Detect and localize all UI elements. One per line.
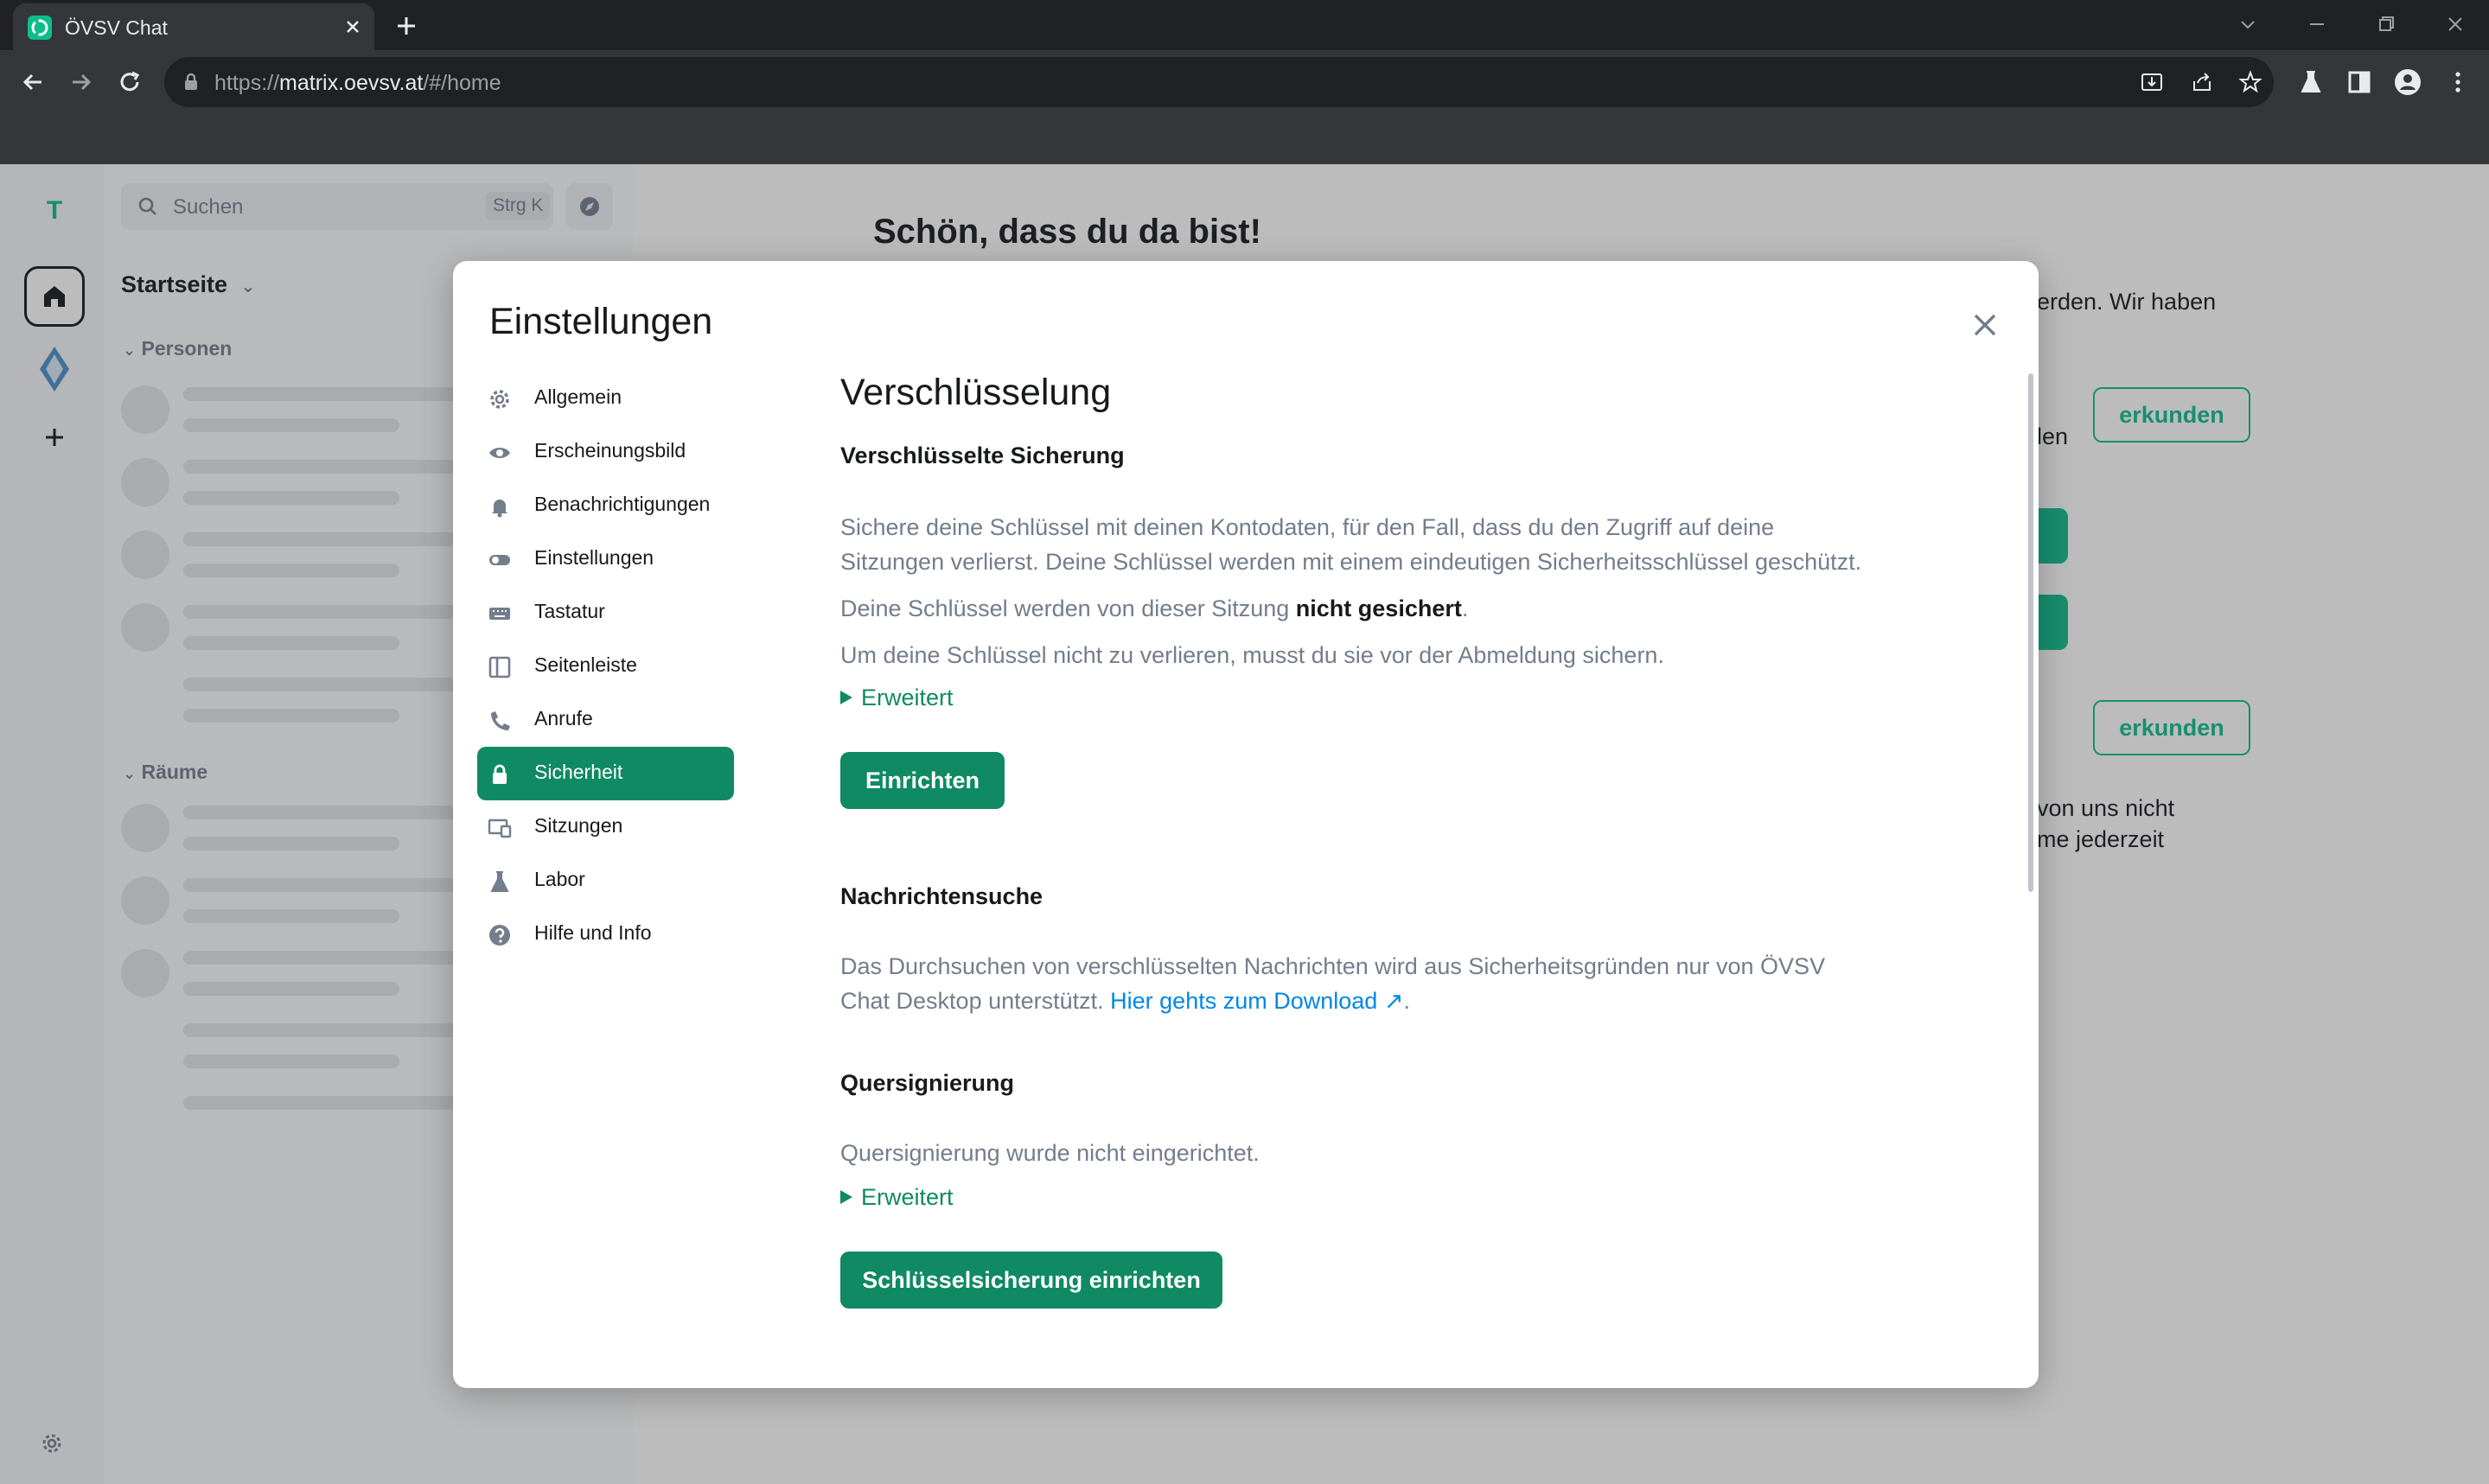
message-search-heading: Nachrichtensuche — [840, 883, 1043, 909]
profile-icon[interactable] — [2393, 67, 2422, 97]
bell-icon — [488, 494, 512, 519]
settings-nav-erscheinungsbild[interactable]: Erscheinungsbild — [477, 425, 734, 479]
new-tab-icon[interactable] — [391, 10, 422, 41]
nav-label: Allgemein — [534, 385, 622, 408]
close-window-icon[interactable] — [2440, 9, 2471, 40]
advanced-toggle[interactable]: Erweitert — [840, 1184, 954, 1211]
bookmark-bar — [0, 114, 2489, 164]
keyboard-icon — [488, 602, 512, 626]
browser-toolbar: https://matrix.oevsv.at/#/home — [0, 50, 2489, 114]
tab-search-icon[interactable] — [2232, 9, 2263, 40]
settings-nav-einstellungen[interactable]: Einstellungen — [477, 532, 734, 586]
forward-icon[interactable] — [64, 65, 99, 99]
nav-label: Seitenleiste — [534, 653, 637, 676]
cross-signing-heading: Quersignierung — [840, 1070, 1015, 1096]
key-backup-setup-button[interactable]: Schlüsselsicherung einrichten — [840, 1252, 1222, 1309]
download-link[interactable]: Hier gehts zum Download — [1110, 988, 1377, 1014]
settings-nav-sicherheit[interactable]: Sicherheit — [477, 747, 734, 800]
settings-nav-hilfe[interactable]: Hilfe und Info — [477, 908, 734, 961]
settings-nav-anrufe[interactable]: Anrufe — [477, 693, 734, 747]
restore-icon[interactable] — [2371, 9, 2402, 40]
nav-label: Anrufe — [534, 707, 593, 729]
backup-description: Sichere deine Schlüssel mit deinen Konto… — [840, 514, 1862, 575]
nav-label: Einstellungen — [534, 546, 654, 569]
gear-icon — [488, 387, 512, 411]
sidebar-icon — [488, 655, 512, 679]
scrollbar[interactable] — [2028, 373, 2033, 892]
install-app-icon[interactable] — [2139, 69, 2165, 95]
nav-label: Tastatur — [534, 600, 605, 622]
settings-nav-tastatur[interactable]: Tastatur — [477, 586, 734, 640]
share-icon[interactable] — [2189, 69, 2215, 95]
close-icon[interactable] — [1971, 311, 1999, 339]
app-favicon-icon — [28, 16, 52, 40]
phone-icon — [488, 709, 512, 733]
eye-icon — [488, 441, 512, 465]
advanced-toggle[interactable]: Erweitert — [840, 685, 954, 711]
browser-chrome: ÖVSV Chat https://matrix.oevsv.at/#/home — [0, 0, 2489, 164]
cross-signing-status: Quersignierung wurde nicht eingerichtet. — [840, 1140, 1260, 1166]
lock-icon[interactable] — [183, 73, 199, 92]
side-panel-icon[interactable] — [2345, 67, 2374, 97]
bookmark-star-icon[interactable] — [2237, 69, 2263, 95]
settings-nav-allgemein[interactable]: Allgemein — [477, 372, 734, 425]
tab-title: ÖVSV Chat — [65, 16, 168, 39]
settings-nav-labor[interactable]: Labor — [477, 854, 734, 908]
settings-dialog: Einstellungen Allgemein Erscheinungsbild… — [453, 261, 2039, 1388]
external-link-icon: ↗ — [1377, 988, 1404, 1014]
nav-label: Hilfe und Info — [534, 921, 652, 944]
triangle-right-icon — [840, 1189, 852, 1204]
dialog-title: Einstellungen — [489, 301, 713, 342]
settings-nav-sitzungen[interactable]: Sitzungen — [477, 800, 734, 854]
url-text[interactable]: https://matrix.oevsv.at/#/home — [214, 71, 501, 96]
minimize-icon[interactable] — [2301, 9, 2333, 40]
nav-label: Erscheinungsbild — [534, 439, 686, 462]
labs-flask-icon[interactable] — [2296, 67, 2326, 97]
reload-icon[interactable] — [112, 65, 147, 99]
backup-status: Deine Schlüssel werden von dieser Sitzun… — [840, 596, 1469, 621]
backup-hint: Um deine Schlüssel nicht zu verlieren, m… — [840, 642, 1664, 668]
back-icon[interactable] — [16, 65, 50, 99]
nav-label: Benachrichtigungen — [534, 493, 711, 515]
triangle-right-icon — [840, 690, 852, 704]
message-search-description: Das Durchsuchen von verschlüsselten Nach… — [840, 953, 1826, 1014]
nav-label: Sitzungen — [534, 814, 623, 837]
flask-icon — [488, 869, 512, 894]
nav-label: Sicherheit — [534, 761, 623, 783]
section-heading: Verschlüsselung — [840, 372, 1112, 413]
help-icon — [488, 923, 512, 947]
toggle-icon — [488, 548, 512, 572]
nav-label: Labor — [534, 868, 585, 890]
backup-heading: Verschlüsselte Sicherung — [840, 443, 1125, 468]
settings-nav-seitenleiste[interactable]: Seitenleiste — [477, 640, 734, 693]
address-bar[interactable]: https://matrix.oevsv.at/#/home — [164, 57, 2274, 107]
lock-icon — [488, 762, 512, 787]
devices-icon — [488, 816, 512, 840]
browser-menu-icon[interactable] — [2443, 67, 2473, 97]
setup-backup-button[interactable]: Einrichten — [840, 752, 1005, 809]
browser-tab[interactable]: ÖVSV Chat — [13, 3, 374, 50]
settings-nav-benachrichtigungen[interactable]: Benachrichtigungen — [477, 479, 734, 532]
tab-close-icon[interactable] — [340, 14, 366, 40]
